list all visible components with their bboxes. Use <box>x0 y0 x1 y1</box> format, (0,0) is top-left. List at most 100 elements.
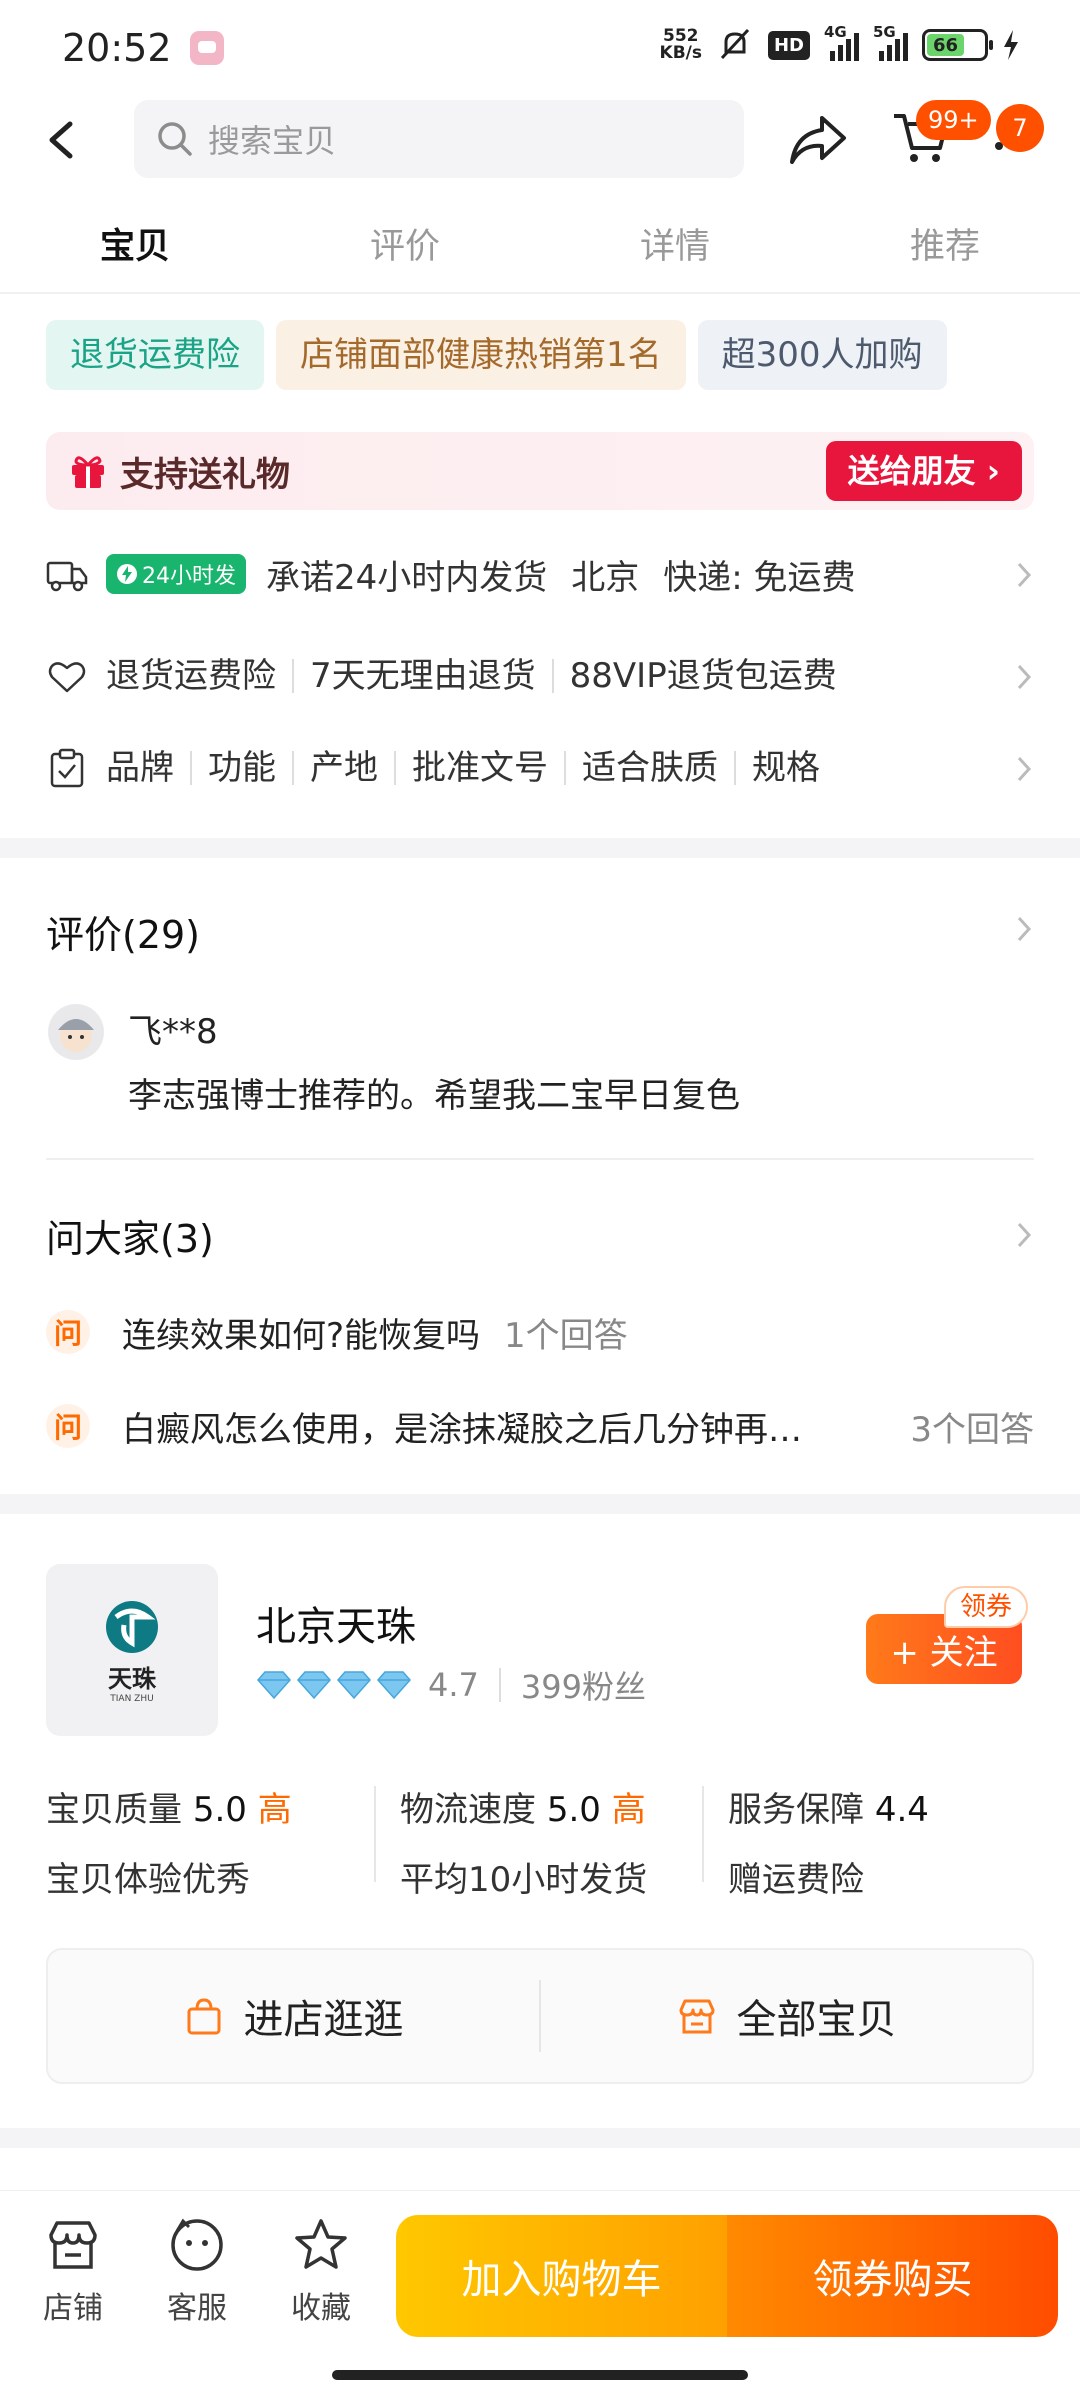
param-item: 产地 <box>294 751 396 785</box>
net-speed: 552 KB/s <box>660 28 702 62</box>
tabs-divider <box>0 292 1080 294</box>
gift-label: 支持送礼物 <box>120 454 290 495</box>
qa-question: 白癜风怎么使用，是涂抹凝胶之后几分钟再… <box>122 1409 802 1450</box>
ship-city: 北京 <box>571 557 640 598</box>
params-row[interactable]: 品牌 功能 产地 批准文号 适合肤质 规格 <box>46 738 1034 798</box>
diamond-icon <box>257 1671 291 1700</box>
divider <box>702 1786 704 1882</box>
chip-bestseller-rank[interactable]: 店铺面部健康热销第1名 <box>276 320 686 390</box>
enter-store-button[interactable]: 进店逛逛 <box>48 1950 539 2082</box>
signal-icon-5g: 5G <box>873 23 908 61</box>
net-speed-unit: KB/s <box>659 43 702 63</box>
add-to-cart-button[interactable]: 加入购物车 <box>396 2215 727 2337</box>
home-indicator[interactable] <box>332 2370 748 2380</box>
param-item: 规格 <box>752 748 820 788</box>
product-tabs: 宝贝 评价 详情 推荐 <box>0 200 1080 294</box>
score-service-desc: 赠运费险 <box>728 1860 864 1900</box>
diamond-icon <box>297 1671 331 1700</box>
back-icon[interactable] <box>42 118 82 162</box>
chip-return-insurance[interactable]: 退货运费险 <box>46 320 264 390</box>
hd-icon: HD <box>767 30 810 60</box>
shop-logo[interactable]: 天珠 TIAN ZHU <box>46 1564 218 1736</box>
bag-icon <box>187 1998 220 2035</box>
battery-level: 66 <box>927 34 964 56</box>
score-service: 服务保障 4.4 <box>728 1790 929 1830</box>
status-icons: 552 KB/s HD 4G 5G 66 <box>660 23 1020 62</box>
chevron-right-icon[interactable] <box>1014 1220 1034 1250</box>
search-icon <box>158 122 192 156</box>
service-icon <box>171 2218 223 2271</box>
param-item: 批准文号 <box>396 751 566 785</box>
chevron-right-icon[interactable] <box>1014 914 1034 944</box>
param-item: 功能 <box>192 751 294 785</box>
top-nav: 搜索宝贝 99+ 7 <box>0 96 1080 184</box>
qa-title[interactable]: 问大家(3) <box>46 1208 214 1263</box>
charging-icon <box>1004 30 1018 60</box>
section-separator <box>0 1494 1080 1514</box>
divider <box>46 1158 1034 1160</box>
score-quality-desc: 宝贝体验优秀 <box>46 1860 250 1900</box>
score-logistics-desc: 平均10小时发货 <box>400 1860 648 1900</box>
chevron-right-icon <box>1017 664 1032 690</box>
shop-logo-text: 天珠 <box>108 1664 156 1693</box>
question-icon: 问 <box>46 1310 90 1354</box>
send-to-friend-button[interactable]: 送给朋友 › <box>825 441 1022 501</box>
diamond-icon <box>337 1671 371 1700</box>
clipboard-icon <box>50 748 84 788</box>
divider <box>374 1786 376 1882</box>
service-item: 88VIP退货包运费 <box>569 656 837 696</box>
battery-icon: 66 <box>922 29 993 61</box>
cart-badge: 99+ <box>916 100 991 140</box>
share-icon[interactable] <box>788 112 848 168</box>
gift-icon <box>72 456 104 488</box>
lightning-icon <box>117 564 137 584</box>
store-icon <box>49 2221 97 2269</box>
highlight-chips: 退货运费险 店铺面部健康热销第1名 超300人加购 <box>46 320 947 390</box>
status-time: 20:52 <box>62 26 172 70</box>
signal-icon-4g: 4G <box>824 23 859 61</box>
customer-service-button[interactable]: 客服 <box>152 2217 242 2327</box>
all-items-button[interactable]: 全部宝贝 <box>541 1950 1032 2082</box>
store-icon <box>679 1999 714 2034</box>
coupon-tag[interactable]: 领券 <box>944 1586 1029 1628</box>
gift-banner[interactable]: 支持送礼物 送给朋友 › <box>46 432 1034 510</box>
search-input[interactable]: 搜索宝贝 <box>134 100 744 178</box>
shop-logo-mark <box>106 1600 158 1653</box>
tab-recommend[interactable]: 推荐 <box>810 200 1080 294</box>
message-badge[interactable]: 7 <box>996 104 1044 152</box>
service-item: 退货运费险 <box>106 659 294 693</box>
shop-fans: 399粉丝 <box>520 1668 646 1706</box>
status-bar: 20:52 552 KB/s HD 4G 5G 66 <box>0 0 1080 96</box>
search-placeholder: 搜索宝贝 <box>208 122 337 160</box>
shop-actions: 进店逛逛 全部宝贝 <box>46 1948 1034 2084</box>
tab-product[interactable]: 宝贝 <box>0 200 270 294</box>
param-item: 品牌 <box>106 751 192 785</box>
tab-details[interactable]: 详情 <box>540 200 810 294</box>
app-notification-icon <box>189 31 224 65</box>
shipping-row[interactable]: 24小时发 承诺24小时内发货 北京 快递: 免运费 <box>46 544 1034 604</box>
shop-rating-value: 4.7 <box>428 1666 479 1704</box>
reviews-title[interactable]: 评价(29) <box>46 904 200 959</box>
chip-add-to-cart-count[interactable]: 超300人加购 <box>697 320 947 390</box>
bottom-action-bar: 店铺 客服 收藏 加入购物车 领券购买 <box>0 2190 1080 2400</box>
shop-name[interactable]: 北京天珠 <box>256 1594 416 1652</box>
shop-rating: 4.7 399粉丝 <box>256 1662 646 1708</box>
reviewer-name: 飞**8 <box>128 1012 218 1052</box>
qa-item[interactable]: 问 连续效果如何?能恢复吗 1个回答 <box>46 1302 1034 1362</box>
truck-icon <box>46 561 88 592</box>
question-icon: 问 <box>46 1404 90 1448</box>
store-nav-button[interactable]: 店铺 <box>28 2217 118 2327</box>
qa-item[interactable]: 问 白癜风怎么使用，是涂抹凝胶之后几分钟再… 3个回答 <box>46 1396 1034 1456</box>
diamond-icon <box>377 1671 411 1700</box>
shield-heart-icon <box>48 662 86 693</box>
buy-now-button[interactable]: 领券购买 <box>727 2215 1058 2337</box>
favorite-button[interactable]: 收藏 <box>276 2217 366 2327</box>
24h-ship-badge: 24小时发 <box>106 554 246 594</box>
service-row[interactable]: 退货运费险 7天无理由退货 88VIP退货包运费 <box>46 646 1034 706</box>
qa-answer-count: 3个回答 <box>910 1409 1034 1450</box>
purchase-buttons: 加入购物车 领券购买 <box>396 2215 1058 2337</box>
star-icon <box>295 2219 347 2269</box>
service-item: 7天无理由退货 <box>294 659 554 693</box>
tab-reviews[interactable]: 评价 <box>270 200 540 294</box>
param-item: 适合肤质 <box>566 751 736 785</box>
